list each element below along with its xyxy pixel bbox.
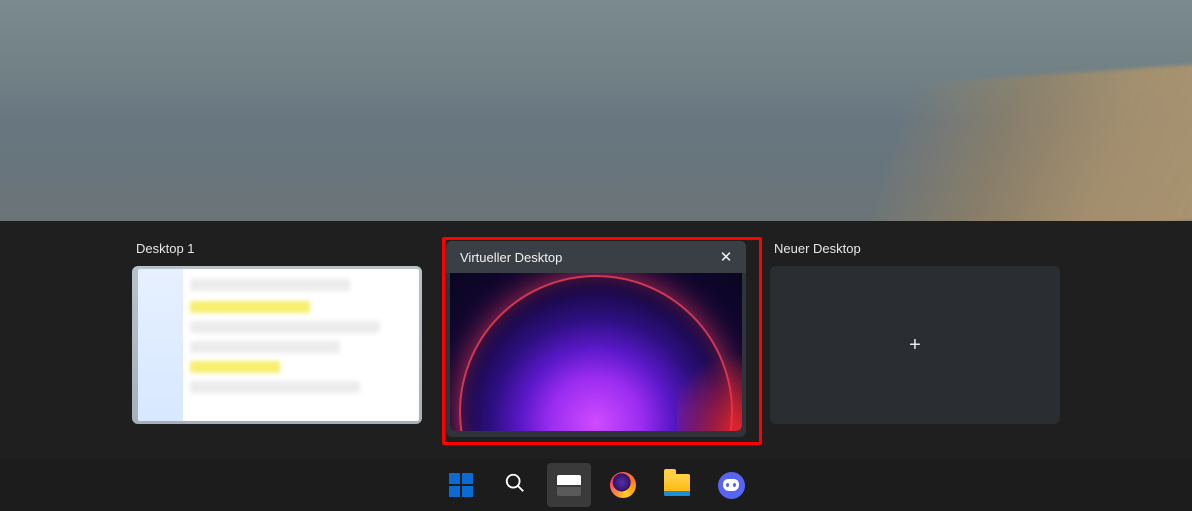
task-view-icon	[557, 475, 581, 496]
desktop-thumbnail[interactable]	[132, 266, 422, 424]
desktop-header: Virtueller Desktop ✕	[446, 241, 746, 273]
discord-app[interactable]	[709, 463, 753, 507]
desktop-thumbnail[interactable]	[450, 273, 742, 431]
desktop-wallpaper	[0, 0, 1192, 221]
desktop-card-1[interactable]: Desktop 1	[132, 241, 422, 459]
window-preview	[138, 269, 419, 421]
file-explorer-app[interactable]	[655, 463, 699, 507]
desktop-label: Neuer Desktop	[770, 241, 1060, 256]
close-icon: ✕	[720, 248, 733, 266]
plus-icon: +	[909, 334, 921, 357]
file-explorer-icon	[664, 474, 690, 496]
firefox-app[interactable]	[601, 463, 645, 507]
new-desktop-card[interactable]: Neuer Desktop +	[770, 241, 1060, 459]
search-button[interactable]	[493, 463, 537, 507]
start-button[interactable]	[439, 463, 483, 507]
new-desktop-button[interactable]: +	[770, 266, 1060, 424]
task-view-button[interactable]	[547, 463, 591, 507]
close-desktop-button[interactable]: ✕	[716, 247, 736, 267]
taskbar	[0, 459, 1192, 511]
desktop-card-virtual[interactable]: Virtueller Desktop ✕	[446, 241, 746, 459]
desktop-label: Virtueller Desktop	[460, 250, 562, 265]
windows-logo-icon	[449, 473, 473, 497]
firefox-icon	[610, 472, 636, 498]
discord-icon	[718, 472, 745, 499]
search-icon	[504, 472, 526, 499]
desktop-label: Desktop 1	[132, 241, 422, 256]
virtual-desktops-panel: Desktop 1 Virtueller Desktop ✕	[0, 221, 1192, 459]
